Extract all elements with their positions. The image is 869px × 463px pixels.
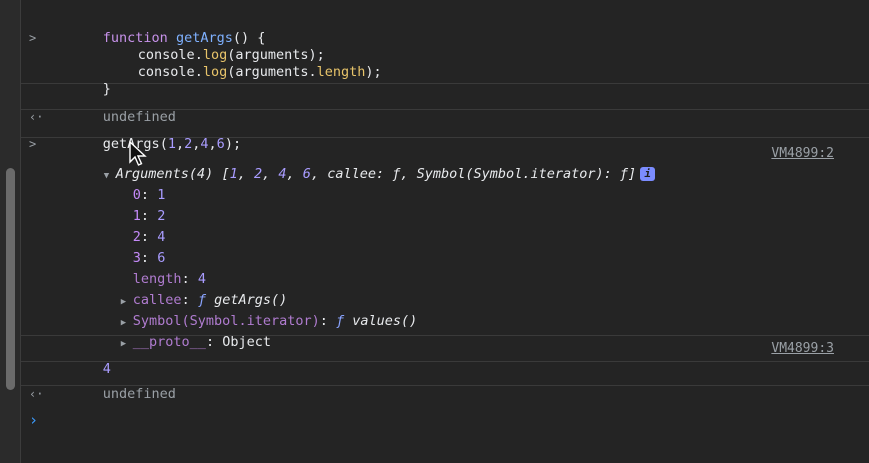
property-row: 2: 4 <box>132 229 166 245</box>
console-prompt[interactable]: › <box>21 389 869 429</box>
code-line: } <box>21 58 869 97</box>
property-row-callee[interactable]: ▶ callee: ƒ getArgs() <box>21 269 869 308</box>
property-row: 3: 6 <box>132 250 166 266</box>
result-line: ‹· undefined <box>21 363 869 402</box>
arguments-summary[interactable]: ▼ Arguments(4) [1, 2, 4, 6, callee: ƒ, Sy… <box>21 143 869 182</box>
property-row: 1: 2 <box>132 208 166 224</box>
console-result-entry: ‹· undefined <box>21 84 869 125</box>
source-link[interactable]: VM4899:2 <box>771 143 834 164</box>
source-link[interactable]: VM4899:3 <box>771 338 834 359</box>
console-log-entry: 4 VM4899:3 <box>21 336 869 377</box>
console-panel: > function getArgs() { console.log(argume… <box>21 0 869 463</box>
mouse-cursor-icon <box>129 140 147 166</box>
property-row: length: 4 <box>132 271 206 287</box>
code-line: >getArgs(1,2,4,6); <box>21 113 869 152</box>
property-row: 0: 1 <box>132 187 166 203</box>
property-row-proto[interactable]: ▶ __proto__: Object <box>21 311 869 350</box>
left-rail <box>0 0 21 463</box>
console-result-entry: ‹· undefined <box>21 362 869 402</box>
result-line: ‹· undefined <box>21 86 869 125</box>
console-input-entry: >getArgs(1,2,4,6); <box>21 110 869 152</box>
prompt-chevron-icon: › <box>29 411 39 429</box>
log-line: 4 VM4899:3 <box>21 338 869 377</box>
property-row-iterator[interactable]: ▶ Symbol(Symbol.iterator): ƒ values() <box>21 290 869 329</box>
console-input-entry: > function getArgs() { console.log(argume… <box>21 0 869 97</box>
scrollbar-thumb[interactable] <box>6 168 15 390</box>
console-log-entry: ▼ Arguments(4) [1, 2, 4, 6, callee: ƒ, Sy… <box>21 138 869 350</box>
